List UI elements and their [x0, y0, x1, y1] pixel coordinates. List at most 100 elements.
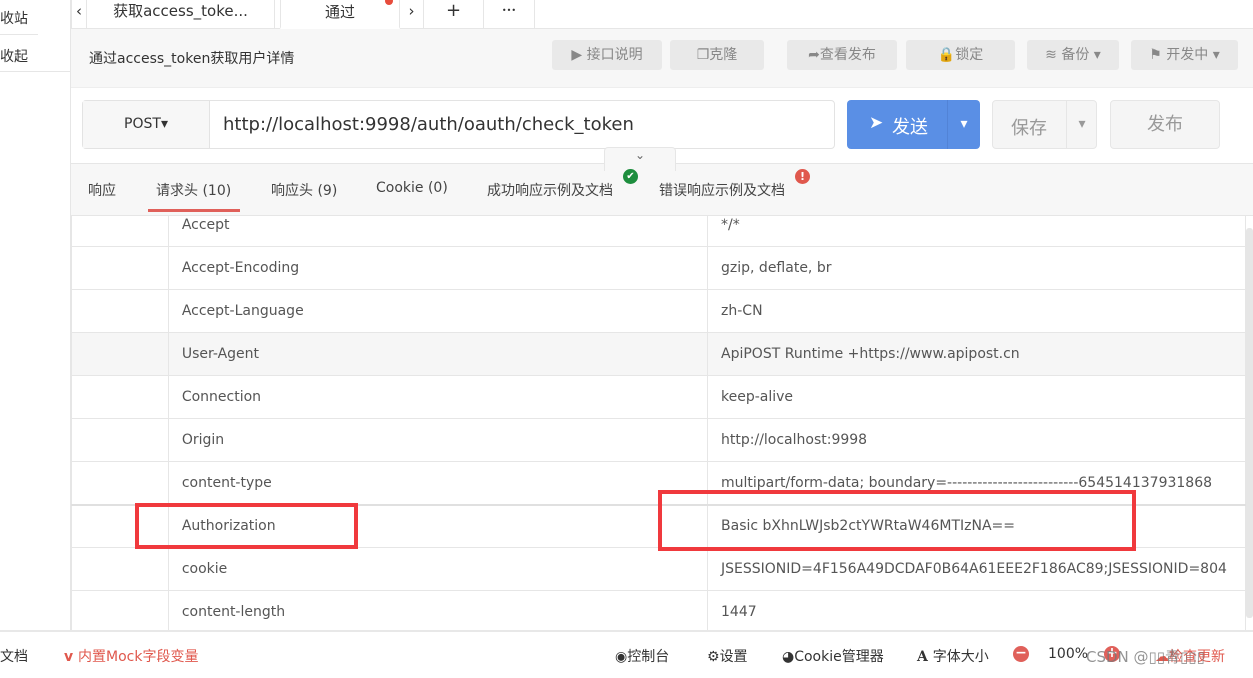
send-button[interactable]: ➤ 发送 ▾ — [847, 100, 980, 149]
gear-icon: ⚙ — [707, 649, 720, 665]
font-size-button[interactable]: A 字体大小 — [917, 646, 989, 666]
header-name: Accept — [167, 216, 709, 247]
tab-response[interactable]: 响应 — [88, 180, 116, 200]
table-row[interactable]: Accept-Language zh-CN — [71, 289, 1246, 333]
highlight-box-authorization-name — [135, 503, 358, 549]
play-icon: ▶ — [571, 47, 587, 63]
mock-link[interactable]: v 内置Mock字段变量 — [64, 646, 198, 666]
header-value: zh-CN — [707, 289, 1246, 333]
method-select[interactable]: POST▾ — [83, 101, 210, 148]
status-bar: 文档 v 内置Mock字段变量 ◉控制台 ⚙设置 ◕Cookie管理器 A 字体… — [0, 630, 1253, 678]
header-name: Accept-Encoding — [167, 246, 709, 290]
table-row[interactable]: User-Agent ApiPOST Runtime +https://www.a… — [71, 332, 1246, 376]
tab-cookie[interactable]: Cookie (0) — [376, 180, 448, 196]
status-button[interactable]: ⚑ 开发中 ▾ — [1131, 40, 1238, 70]
table-row[interactable]: Origin http://localhost:9998 — [71, 418, 1246, 462]
header-name: content-length — [167, 590, 709, 630]
copy-icon: ❐ — [696, 47, 710, 63]
header-value: gzip, deflate, br — [707, 246, 1246, 290]
highlight-box-authorization-value — [658, 490, 1136, 551]
lock-button[interactable]: 🔒锁定 — [906, 40, 1015, 70]
row-checkbox-cell — [71, 332, 169, 376]
backup-button[interactable]: ≋ 备份 ▾ — [1027, 40, 1119, 70]
row-checkbox-cell — [71, 590, 169, 630]
zoom-out-icon[interactable]: − — [1013, 646, 1029, 662]
header-name: User-Agent — [167, 332, 709, 376]
font-icon: A — [917, 649, 933, 665]
table-row[interactable]: Accept */* — [71, 216, 1246, 247]
tab-response-headers[interactable]: 响应头 (9) — [271, 180, 337, 200]
save-options-caret-icon[interactable]: ▾ — [1066, 101, 1097, 148]
watermark: CSDN @▯▯青▯▯▯ — [1086, 648, 1205, 666]
tab-next-button[interactable]: › — [400, 0, 424, 29]
more-tabs-button[interactable]: ••• — [484, 0, 535, 29]
table-row[interactable]: Connection keep-alive — [71, 375, 1246, 419]
settings-button[interactable]: ⚙设置 — [707, 646, 748, 666]
caret-down-icon: ▾ — [1208, 47, 1220, 63]
pie-chart-icon: ◕ — [782, 649, 795, 665]
lock-icon: 🔒 — [937, 47, 956, 63]
add-tab-button[interactable]: + — [424, 0, 484, 29]
cookie-manager-button[interactable]: ◕Cookie管理器 — [782, 646, 884, 666]
tab-error-example[interactable]: 错误响应示例及文档 — [659, 180, 785, 200]
divider — [0, 34, 38, 35]
doc-link[interactable]: 文档 — [0, 646, 28, 666]
url-input[interactable]: http://localhost:9998/auth/oauth/check_t… — [223, 101, 634, 148]
tab-bar: ‹ 获取access_toke... 通过access_toke... › + … — [71, 0, 1253, 45]
sidebar-item-recycle[interactable]: 收站 — [0, 8, 28, 28]
headers-table-viewport: Accept */* Accept-Encoding gzip, deflate, b… — [71, 216, 1253, 630]
table-row[interactable]: cookie JSESSIONID=4F156A49DCDAF0B64A61EEE… — [71, 547, 1246, 591]
chrome-icon: ◉ — [615, 649, 628, 665]
header-value: JSESSIONID=4F156A49DCDAF0B64A61EEE2F186A… — [707, 547, 1246, 591]
header-name: Connection — [167, 375, 709, 419]
collapse-chevron-icon[interactable]: ⌄ — [604, 147, 676, 171]
header-value: */* — [707, 216, 1246, 247]
flag-icon: ⚑ — [1149, 47, 1167, 63]
header-value: keep-alive — [707, 375, 1246, 419]
row-checkbox-cell — [71, 418, 169, 462]
row-checkbox-cell — [71, 246, 169, 290]
scrollbar[interactable] — [1246, 228, 1253, 618]
console-button[interactable]: ◉控制台 — [615, 646, 669, 666]
headers-table: Accept */* Accept-Encoding gzip, deflate, b… — [71, 216, 1246, 630]
send-options-caret-icon[interactable]: ▾ — [947, 100, 980, 149]
row-checkbox-cell — [71, 461, 169, 506]
share-icon: ➦ — [808, 47, 820, 63]
view-publish-button[interactable]: ➦查看发布 — [787, 40, 897, 70]
sidebar-item-collapse[interactable]: 收起 — [0, 46, 28, 66]
row-checkbox-cell — [71, 216, 169, 247]
paper-plane-icon: ➤ — [869, 113, 884, 133]
tab-success-example[interactable]: 成功响应示例及文档 — [487, 180, 613, 200]
response-tabs: ⌄ 响应 请求头 (10) 响应头 (9) Cookie (0) 成功响应示例及… — [71, 147, 1253, 216]
zoom-level: 100% — [1048, 646, 1089, 662]
header-value: http://localhost:9998 — [707, 418, 1246, 462]
divider — [0, 71, 71, 72]
tab-prev-button[interactable]: ‹ — [71, 0, 87, 29]
api-doc-button[interactable]: ▶ 接口说明 — [552, 40, 662, 70]
database-icon: ≋ — [1045, 47, 1062, 63]
url-group: POST▾ http://localhost:9998/auth/oauth/c… — [82, 100, 835, 149]
api-title-bar: 通过access_token获取用户详情 ▶ 接口说明 ❐克隆 ➦查看发布 🔒锁… — [71, 29, 1253, 88]
check-circle-icon: ✔ — [623, 169, 638, 184]
row-checkbox-cell — [71, 289, 169, 333]
row-checkbox-cell — [71, 547, 169, 591]
active-tab-indicator — [148, 209, 240, 212]
header-name: cookie — [167, 547, 709, 591]
clone-button[interactable]: ❐克隆 — [670, 40, 764, 70]
table-row[interactable]: Accept-Encoding gzip, deflate, br — [71, 246, 1246, 290]
header-value: 1447 — [707, 590, 1246, 630]
tab-check-token[interactable]: 通过access_toke... — [280, 0, 400, 45]
header-name: Origin — [167, 418, 709, 462]
save-button[interactable]: 保存 ▾ — [992, 100, 1097, 149]
sidebar: 收站 收起 — [0, 0, 71, 630]
v-logo-icon: v — [64, 649, 78, 665]
header-name: content-type — [167, 461, 709, 506]
alert-circle-icon: ! — [795, 169, 810, 184]
caret-down-icon: ▾ — [1089, 47, 1101, 63]
publish-button[interactable]: 发布 — [1110, 100, 1220, 149]
tab-get-access-token[interactable]: 获取access_toke... — [87, 0, 275, 29]
table-row[interactable]: content-length 1447 — [71, 590, 1246, 630]
tab-request-headers[interactable]: 请求头 (10) — [156, 180, 231, 200]
caret-down-icon: ▾ — [160, 116, 168, 132]
row-checkbox-cell — [71, 375, 169, 419]
